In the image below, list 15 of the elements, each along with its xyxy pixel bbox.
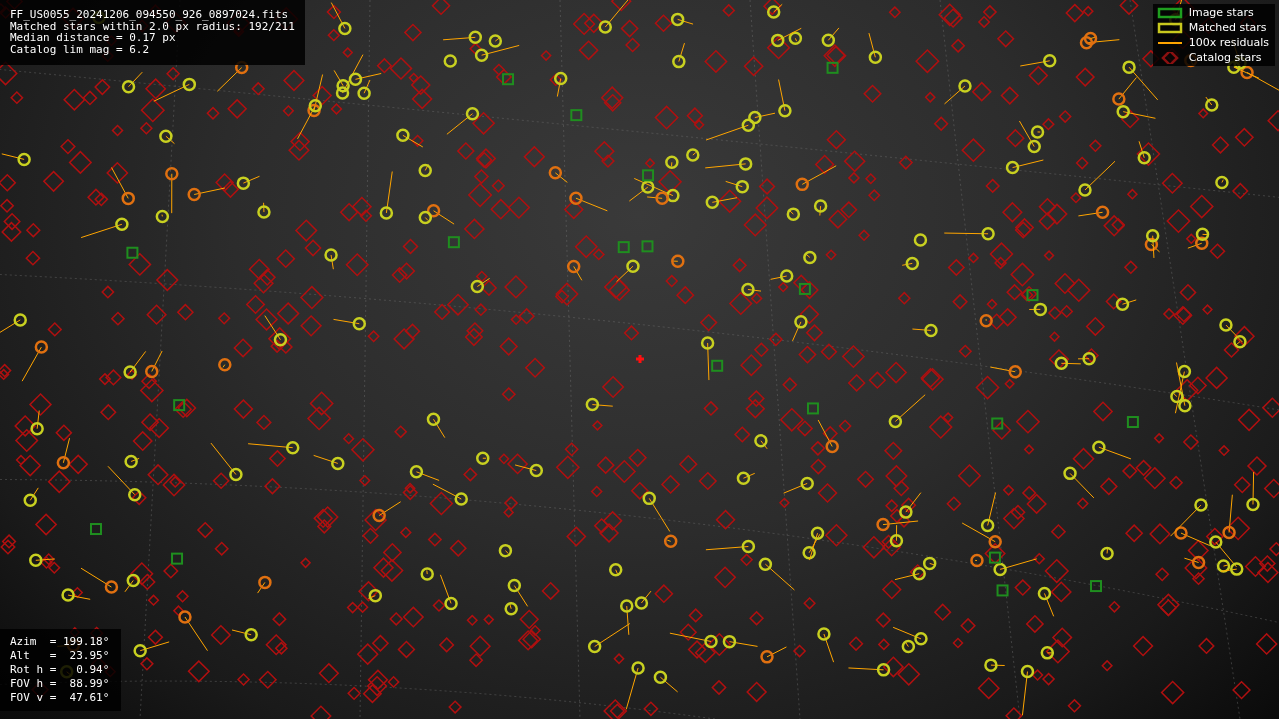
pointing-text: FOV v = 47.61° [10,691,110,705]
box-swatch-icon [1156,21,1183,34]
pointing-text: Alt = 23.95° [10,649,110,663]
legend-label: 100x residuals [1188,36,1269,49]
box-swatch-icon [1156,6,1183,19]
legend-label: Matched stars [1188,21,1267,34]
pointing-text: Rot h = 0.94° [10,663,110,677]
info-text: Matched stars within 2.0 px radius: 192/211 [10,20,295,32]
info-text: Median distance = 0.17 px [10,32,176,44]
pointing-text: FOV h = 88.99° [10,677,110,691]
info-text: Catalog lim mag = 6.2 [10,43,151,55]
info-text: FF_US0055_20241206_094550_926_0897024.fits [10,9,290,21]
pointing-text: Azim = 199.18° [10,635,110,649]
legend-label: Image stars [1188,6,1254,19]
legend-label: Catalog stars [1188,51,1262,64]
